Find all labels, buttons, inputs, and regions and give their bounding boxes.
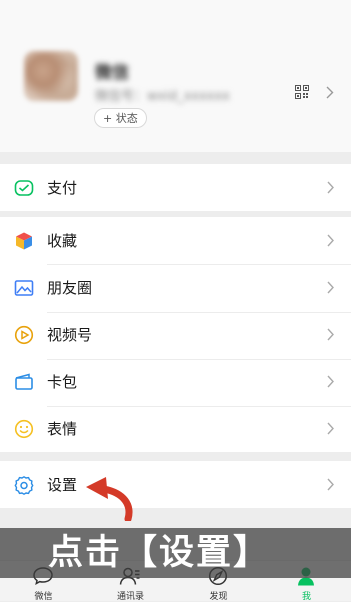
menu-item-stickers[interactable]: 表情 [0, 405, 351, 452]
chevron-right-icon [327, 478, 334, 491]
status-button[interactable]: + 状态 [94, 108, 147, 128]
pay-group: 支付 [0, 164, 351, 211]
menu-label-settings: 设置 [47, 476, 78, 494]
menu-label-cards: 卡包 [47, 373, 78, 391]
channels-play-icon [14, 325, 34, 345]
qr-code-icon[interactable] [295, 85, 309, 99]
avatar[interactable] [24, 51, 78, 101]
tab-label: 我 [301, 592, 311, 602]
menu-item-moments[interactable]: 朋友圈 [0, 264, 351, 311]
profile-wechat-id: 微信号：wxid_xxxxxx [95, 89, 230, 104]
menu-item-settings[interactable]: 设置 [0, 461, 351, 508]
tutorial-arrow-icon [86, 477, 133, 521]
chevron-right-icon [327, 234, 334, 247]
settings-group: 设置 [0, 461, 351, 508]
tab-label: 通讯录 [116, 592, 144, 602]
menu-item-pay[interactable]: 支付 [0, 164, 351, 211]
profile-header[interactable]: 微信 微信号：wxid_xxxxxx + 状态 [0, 0, 351, 152]
chevron-right-icon [327, 375, 334, 388]
chevron-right-icon [327, 328, 334, 341]
chevron-right-icon [327, 281, 334, 294]
tab-label: 微信 [34, 592, 53, 602]
menu-label-stickers: 表情 [47, 420, 78, 438]
tab-label: 发现 [209, 592, 228, 602]
pay-icon [14, 180, 34, 196]
settings-gear-icon [14, 476, 34, 495]
menu-label-channels: 视频号 [47, 326, 93, 344]
stickers-smiley-icon [14, 419, 34, 439]
menu-label-favorites: 收藏 [47, 232, 78, 250]
tutorial-caption: 点击【设置】 [48, 533, 271, 573]
features-group: 收藏 朋友圈 视频号 卡包 表情 [0, 217, 351, 452]
moments-picture-icon [14, 280, 34, 296]
menu-item-favorites[interactable]: 收藏 [0, 217, 351, 264]
chevron-right-icon [327, 422, 334, 435]
menu-item-cards[interactable]: 卡包 [0, 358, 351, 405]
menu-item-channels[interactable]: 视频号 [0, 311, 351, 358]
menu-label-moments: 朋友圈 [47, 279, 93, 297]
favorites-cube-icon [16, 232, 32, 250]
chevron-right-icon [326, 86, 334, 99]
chevron-right-icon [327, 181, 334, 194]
profile-name: 微信 [95, 63, 129, 83]
menu-label-pay: 支付 [47, 179, 78, 197]
cards-wallet-icon [15, 373, 33, 390]
